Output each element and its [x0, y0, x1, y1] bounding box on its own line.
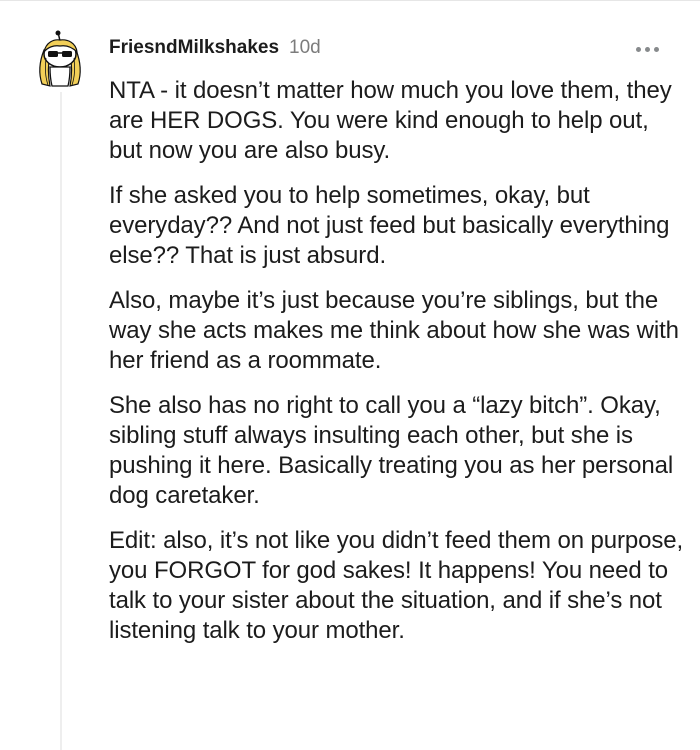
- author-name[interactable]: FriesndMilkshakes: [109, 37, 279, 59]
- more-options-dot: [645, 47, 650, 52]
- comment-paragraph: Edit: also, it’s not like you didn’t fee…: [109, 527, 684, 644]
- comment-header: FriesndMilkshakes 10d: [109, 37, 321, 61]
- comment-paragraph: Also, maybe it’s just because you’re sib…: [109, 287, 679, 374]
- more-options-dot: [654, 47, 659, 52]
- avatar-sunglasses-icon: [39, 30, 81, 87]
- comment-paragraph: If she asked you to help sometimes, okay…: [109, 182, 670, 269]
- comment-body: NTA - it doesn’t matter how much you lov…: [109, 76, 684, 661]
- divider: [0, 0, 700, 1]
- comment-card: FriesndMilkshakes 10d NTA - it doesn’t m…: [0, 0, 700, 750]
- thread-line[interactable]: [60, 92, 62, 750]
- comment-paragraph: NTA - it doesn’t matter how much you lov…: [109, 77, 672, 164]
- more-options-icon: [636, 47, 641, 52]
- comment-age: 10d: [289, 37, 321, 58]
- comment-paragraph: She also has no right to call you a “laz…: [109, 392, 674, 509]
- avatar[interactable]: [36, 30, 86, 88]
- more-options-button[interactable]: [636, 45, 662, 55]
